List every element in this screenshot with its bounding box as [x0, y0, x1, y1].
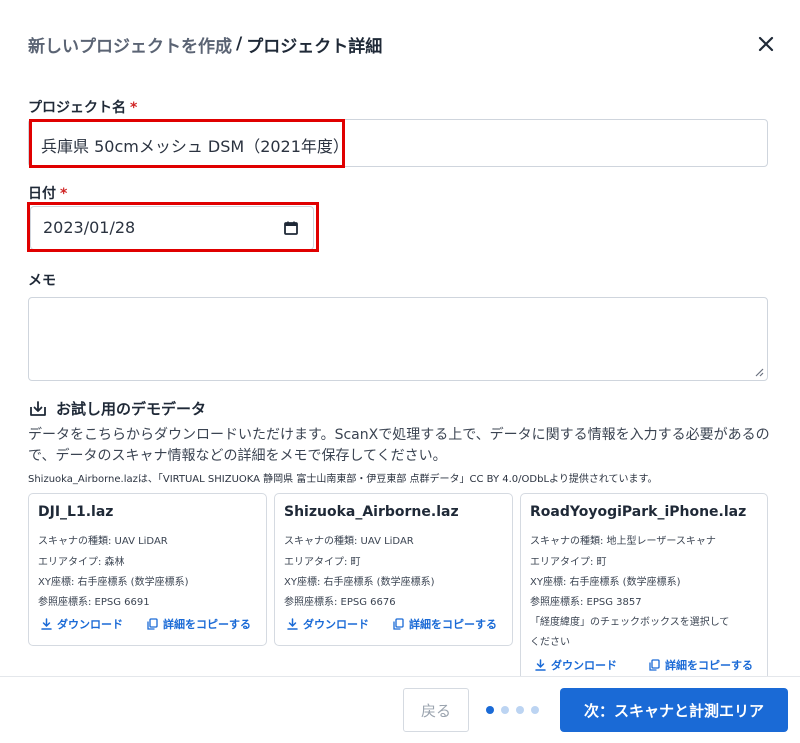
required-mark: * — [60, 186, 68, 202]
resize-handle-icon[interactable] — [754, 367, 764, 377]
card-reference-crs: 参照座標系: EPSG 6676 — [284, 597, 396, 608]
download-icon — [535, 659, 546, 671]
demo-card-roadyoyogi: RoadYoyogiPark_iPhone.laz スキャナの種類: 地上型レー… — [520, 493, 768, 683]
memo-label: メモ — [28, 273, 56, 289]
demo-section-header: お試し用のデモデータ — [28, 398, 206, 419]
next-button[interactable]: 次：スキャナと計測エリア — [560, 688, 788, 732]
download-link[interactable]: ダウンロード — [287, 616, 369, 632]
card-area-type: エリアタイプ: 町 — [530, 557, 607, 568]
dialog-header: 新しいプロジェクトを作成 / プロジェクト詳細 — [28, 30, 780, 58]
card-title: RoadYoyogiPark_iPhone.laz — [530, 504, 747, 520]
project-name-label: プロジェクト名 * — [28, 100, 138, 116]
close-icon — [758, 36, 774, 52]
memo-textarea[interactable] — [28, 297, 768, 381]
close-button[interactable] — [752, 30, 780, 58]
demo-section-title: お試し用のデモデータ — [56, 400, 207, 418]
card-scanner-type: スキャナの種類: 地上型レーザースキャナ — [530, 536, 716, 547]
card-title: DJI_L1.laz — [38, 504, 114, 520]
card-xy-coords: XY座標: 右手座標系 (数学座標系) — [38, 577, 189, 588]
download-icon — [41, 618, 52, 630]
card-reference-crs: 参照座標系: EPSG 6691 — [38, 597, 150, 608]
copy-details-link[interactable]: 詳細をコピーする — [393, 616, 497, 632]
card-note: 「経度緯度」のチェックボックスを選択して — [530, 617, 730, 628]
copy-icon — [147, 618, 158, 630]
demo-card-shizuoka: Shizuoka_Airborne.laz スキャナの種類: UAV LiDAR… — [274, 493, 513, 646]
copy-icon — [649, 659, 660, 671]
download-icon — [287, 618, 298, 630]
step-dot — [531, 706, 539, 714]
highlight-box — [29, 119, 345, 168]
step-dot-active — [486, 706, 494, 714]
card-area-type: エリアタイプ: 森林 — [38, 557, 125, 568]
required-mark: * — [130, 100, 138, 116]
card-area-type: エリアタイプ: 町 — [284, 557, 361, 568]
card-scanner-type: スキャナの種類: UAV LiDAR — [284, 536, 414, 547]
demo-description: データをこちらからダウンロードいただけます。ScanXで処理する上で、データに関… — [28, 427, 770, 464]
card-xy-coords: XY座標: 右手座標系 (数学座標系) — [284, 577, 435, 588]
download-link[interactable]: ダウンロード — [535, 657, 617, 673]
breadcrumb-parent: 新しいプロジェクトを作成 — [28, 36, 232, 57]
highlight-box — [27, 202, 319, 252]
card-xy-coords: XY座標: 右手座標系 (数学座標系) — [530, 577, 681, 588]
demo-card-dji: DJI_L1.laz スキャナの種類: UAV LiDAR エリアタイプ: 森林… — [28, 493, 267, 646]
back-button[interactable]: 戻る — [403, 688, 469, 732]
download-tray-icon — [30, 400, 46, 416]
step-dot — [501, 706, 509, 714]
copy-details-link[interactable]: 詳細をコピーする — [147, 616, 251, 632]
breadcrumb-separator: / — [236, 34, 243, 54]
copy-details-link[interactable]: 詳細をコピーする — [649, 657, 753, 673]
page-title: プロジェクト詳細 — [246, 36, 383, 57]
step-dot — [516, 706, 524, 714]
card-scanner-type: スキャナの種類: UAV LiDAR — [38, 536, 168, 547]
step-indicator — [486, 706, 546, 714]
card-title: Shizuoka_Airborne.laz — [284, 504, 459, 520]
date-label: 日付 * — [28, 186, 68, 202]
download-link[interactable]: ダウンロード — [41, 616, 123, 632]
copy-icon — [393, 618, 404, 630]
card-reference-crs: 参照座標系: EPSG 3857 — [530, 597, 642, 608]
demo-attribution: Shizuoka_Airborne.lazは、「VIRTUAL SHIZUOKA… — [28, 474, 658, 485]
card-note-cont: ください — [530, 637, 570, 648]
dialog-footer: 戻る 次：スキャナと計測エリア — [0, 676, 800, 743]
